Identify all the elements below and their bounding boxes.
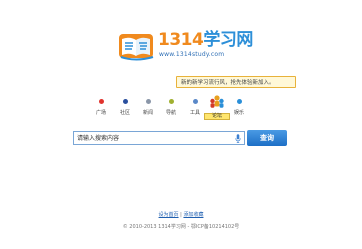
site-logo[interactable]: 1314学习网 www.1314study.com xyxy=(118,30,253,66)
search-box xyxy=(73,131,245,145)
add-favorite-link[interactable]: 添加收藏 xyxy=(183,212,203,218)
category-nav: 广场 社区 新闻 导航 工具 论坛 娱乐 xyxy=(88,95,278,121)
nav-dot-icon xyxy=(192,99,198,104)
book-logo-icon xyxy=(119,34,154,61)
set-home-link[interactable]: 设为首页 xyxy=(159,212,179,218)
copyright-text: © 2010-2013 1314学习网 - xyxy=(122,224,190,230)
microphone-icon[interactable] xyxy=(235,134,241,143)
people-icon xyxy=(210,95,224,108)
nav-item-0[interactable]: 广场 xyxy=(88,95,114,121)
nav-dot-icon xyxy=(122,99,128,104)
nav-label: 导航 xyxy=(165,110,176,116)
nav-dot-icon xyxy=(98,99,104,104)
nav-dot-icon xyxy=(145,99,151,104)
footer-separator: | xyxy=(180,212,182,218)
nav-dot-icon xyxy=(168,99,174,104)
icp-link[interactable]: 鄂ICP备10214102号 xyxy=(191,224,239,230)
notice-text: 新的新学习流行风，抢先体验新加入。 xyxy=(181,80,275,86)
search-input[interactable] xyxy=(74,132,244,144)
logo-name-cn: 学习网 xyxy=(203,30,253,50)
nav-label: 广场 xyxy=(95,110,106,116)
logo-text: 1314学习网 xyxy=(158,30,253,50)
nav-dot-icon xyxy=(236,99,242,104)
nav-item-3[interactable]: 导航 xyxy=(158,95,184,121)
notice-tooltip: 新的新学习流行风，抢先体验新加入。 xyxy=(176,76,296,88)
footer-links: 设为首页 | 添加收藏 xyxy=(0,212,362,219)
logo-url: www.1314study.com xyxy=(159,51,225,58)
nav-label: 娱乐 xyxy=(233,110,244,116)
copyright: © 2010-2013 1314学习网 - 鄂ICP备10214102号 xyxy=(0,224,362,231)
nav-item-6[interactable]: 娱乐 xyxy=(226,95,252,121)
logo-number: 1314 xyxy=(158,30,204,50)
search-button[interactable]: 查询 xyxy=(247,130,287,146)
